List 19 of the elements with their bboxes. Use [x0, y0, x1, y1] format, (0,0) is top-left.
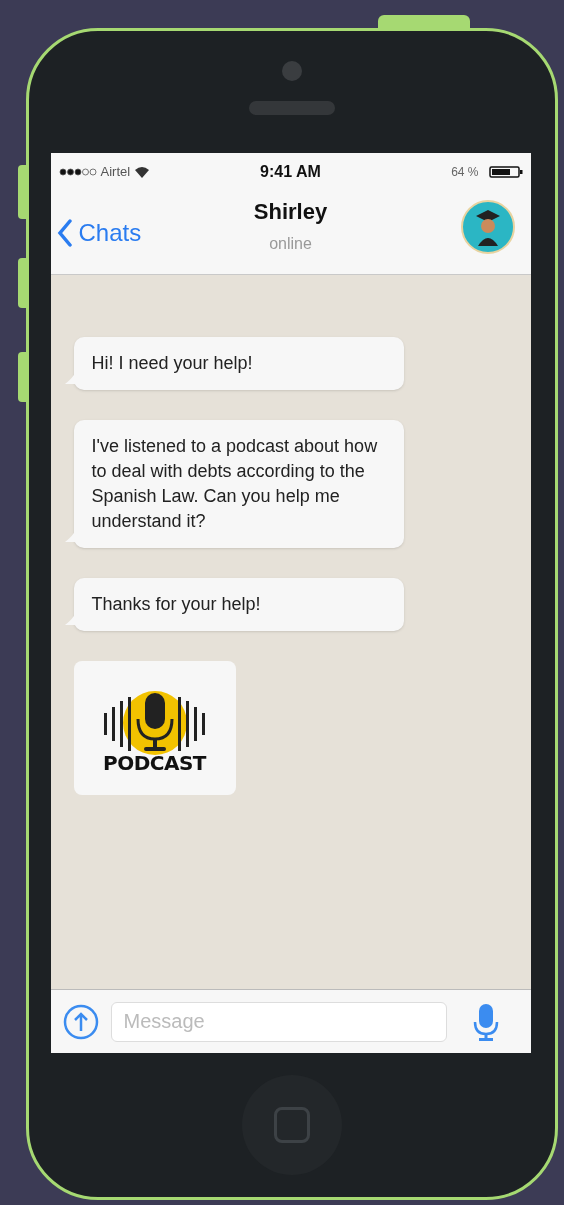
- message-text: Thanks for your help!: [91, 593, 262, 616]
- microphone-icon[interactable]: [472, 1001, 499, 1042]
- wifi-icon: [134, 166, 151, 178]
- message-input[interactable]: Message: [110, 1001, 447, 1042]
- message-text: Hi! I need your help!: [91, 352, 254, 375]
- carrier-name: Airtel: [100, 163, 131, 182]
- camera-icon: [282, 61, 302, 81]
- podcast-label: PODCAST: [103, 753, 206, 773]
- back-button[interactable]: Chats: [56, 214, 207, 251]
- battery-percent: 64 %: [451, 164, 479, 181]
- contact-name: Shirley: [253, 198, 328, 226]
- battery-icon: [488, 166, 523, 178]
- clock-time: 9:41 AM: [259, 162, 322, 182]
- chevron-left-icon: [56, 218, 73, 247]
- avatar-icon: [460, 199, 515, 254]
- signal-icon: [58, 168, 97, 176]
- square-icon: [274, 1107, 310, 1143]
- message-text: I've listened to a podcast about how to deal with debts according to the Spanish Law. Can you help me understand it?: [91, 435, 379, 533]
- contact-status: online: [269, 234, 312, 254]
